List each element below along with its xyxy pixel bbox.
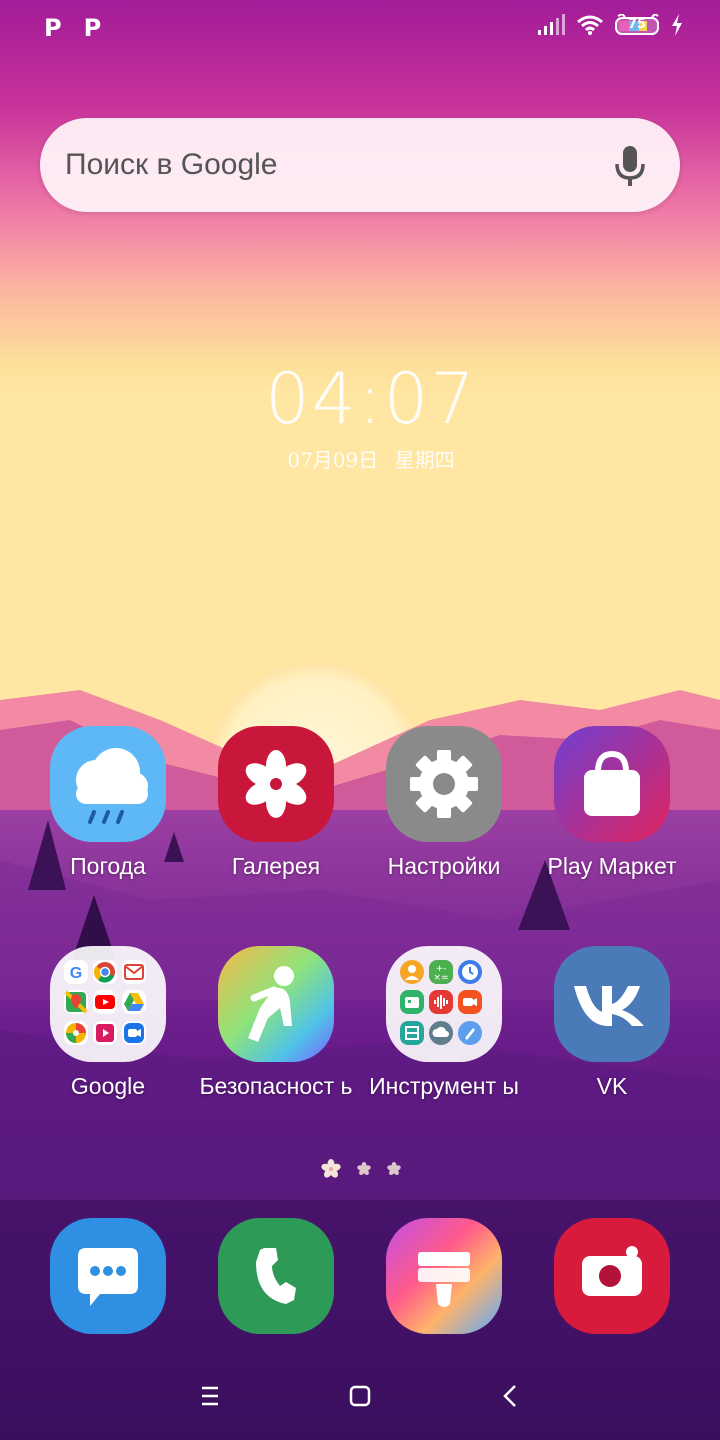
dock-camera[interactable]: [528, 1218, 696, 1334]
notification-p-icon: P: [83, 14, 102, 42]
app-label: Инструмент ы: [369, 1073, 519, 1099]
duo-mini-icon: [122, 1020, 146, 1045]
play-market-icon: [554, 726, 670, 842]
app-play-market[interactable]: Play Маркет: [528, 726, 696, 880]
camera-icon: [554, 1218, 670, 1334]
notification-p-icon: P: [44, 14, 62, 42]
gmail-mini-icon: [122, 960, 146, 984]
battery-icon: 75: [614, 14, 660, 36]
page-indicator[interactable]: [320, 1158, 402, 1180]
calculator-mini-icon: +- ×=: [429, 960, 453, 984]
settings-icon: [386, 726, 502, 842]
scanner-mini-icon: [400, 1020, 424, 1045]
app-label: Play Маркет: [547, 853, 677, 879]
dock-messages[interactable]: [24, 1218, 192, 1334]
app-label: Безопасност ь: [199, 1073, 353, 1099]
app-label: Настройки: [387, 853, 501, 879]
page-dot-icon: [387, 1162, 401, 1176]
cloud-mini-icon: [429, 1020, 453, 1045]
app-label: Погода: [70, 853, 146, 879]
google-folder-icon: G: [50, 946, 166, 1062]
photos-mini-icon: [64, 1020, 88, 1045]
navigation-bar: [0, 1350, 720, 1440]
app-label: Галерея: [231, 853, 321, 879]
page-dot-active-icon: [321, 1159, 341, 1178]
contacts-mini-icon: [400, 960, 424, 984]
signal-icon: [538, 14, 565, 35]
app-gallery[interactable]: Галерея: [192, 726, 360, 880]
chrome-mini-icon: [93, 960, 117, 984]
dock-themes[interactable]: [360, 1218, 528, 1334]
svg-text:G: G: [70, 965, 82, 982]
files-mini-icon: [400, 990, 424, 1015]
phone-icon: [218, 1218, 334, 1334]
page-dot-icon: [357, 1162, 371, 1176]
weather-icon: [50, 726, 166, 842]
mic-icon[interactable]: [610, 144, 650, 188]
svg-text:×=: ×=: [433, 973, 448, 983]
gallery-icon: [218, 726, 334, 842]
app-label: VK: [596, 1073, 628, 1099]
battery-level: 75: [627, 17, 647, 32]
maps-mini-icon: [64, 990, 88, 1015]
folder-tools[interactable]: +- ×= Инструмент ы: [360, 946, 528, 1100]
home-icon[interactable]: [336, 1372, 384, 1420]
app-settings[interactable]: Настройки: [360, 726, 528, 880]
clock-date[interactable]: 07月09日 星期四: [0, 444, 720, 473]
recents-icon[interactable]: [186, 1372, 234, 1420]
vk-icon: [554, 946, 670, 1062]
google-mini-icon: G: [64, 960, 88, 984]
voice-recorder-mini-icon: [429, 990, 453, 1015]
app-label: Google: [70, 1073, 146, 1099]
app-vk[interactable]: VK: [528, 946, 696, 1100]
messages-icon: [50, 1218, 166, 1334]
youtube-mini-icon: [93, 990, 117, 1015]
dock-phone[interactable]: [192, 1218, 360, 1334]
notes-mini-icon: [458, 1020, 482, 1045]
clock-time[interactable]: 04:07: [0, 358, 720, 440]
wifi-icon: [577, 15, 603, 35]
theme-icon: [386, 1218, 502, 1334]
video-mini-icon: [458, 990, 482, 1015]
safety-icon: [218, 946, 334, 1062]
status-bar: P P 75: [0, 0, 720, 56]
drive-mini-icon: [122, 990, 146, 1015]
google-search-bar[interactable]: Поиск в Google: [40, 118, 680, 212]
play-movies-mini-icon: [93, 1020, 117, 1045]
search-placeholder: Поиск в Google: [65, 148, 278, 181]
app-safety[interactable]: Безопасност ь: [192, 946, 360, 1100]
tools-folder-icon: +- ×=: [386, 946, 502, 1062]
app-weather[interactable]: Погода: [24, 726, 192, 880]
clock-mini-icon: [458, 960, 482, 984]
folder-google[interactable]: G Google: [24, 946, 192, 1100]
charging-icon: [672, 14, 682, 36]
back-icon[interactable]: [486, 1372, 534, 1420]
